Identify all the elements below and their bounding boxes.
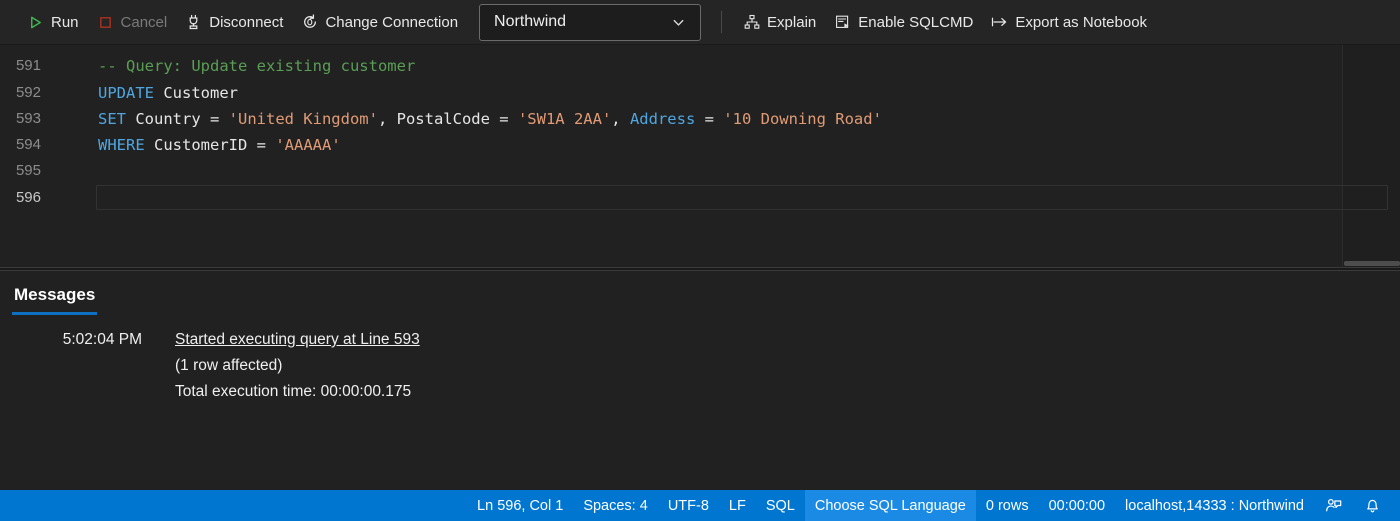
editor-line[interactable]: 592 UPDATE Customer: [0, 80, 1400, 106]
line-number: 590: [0, 45, 58, 53]
token-string: 'AAAAA': [275, 136, 341, 155]
editor-line[interactable]: 590: [0, 45, 1400, 53]
run-button[interactable]: Run: [18, 7, 88, 37]
panel-tab-bar: Messages: [0, 271, 1400, 315]
results-panel: Messages 5:02:04 PM Started executing que…: [0, 271, 1400, 490]
export-as-notebook-button[interactable]: Export as Notebook: [982, 7, 1156, 37]
database-dropdown[interactable]: Northwind: [479, 3, 702, 41]
plug-disconnect-icon: [185, 14, 202, 31]
document-play-icon: [834, 14, 851, 31]
status-bar-item[interactable]: SQL: [756, 490, 805, 521]
editor-line[interactable]: 596: [0, 185, 1400, 211]
token-plain: ,: [611, 109, 630, 128]
play-triangle-icon: [27, 14, 44, 31]
hierarchy-tree-icon: [743, 14, 760, 31]
disconnect-button[interactable]: Disconnect: [176, 7, 292, 37]
run-label: Run: [51, 13, 79, 31]
explain-button[interactable]: Explain: [734, 7, 825, 37]
arrow-export-icon: [991, 14, 1008, 31]
line-number: 591: [15, 57, 41, 75]
editor-horizontal-scrollbar[interactable]: [1344, 261, 1400, 266]
refresh-circle-icon: [301, 14, 318, 31]
line-number: 596: [15, 188, 41, 206]
line-content[interactable]: WHERE CustomerID = 'AAAAA': [58, 132, 1400, 158]
status-bar-item[interactable]: UTF-8: [658, 490, 719, 521]
token-plain: Country =: [126, 109, 229, 128]
status-bar: Ln 596, Col 1 Spaces: 4 UTF-8 LF SQL Choose S…: [0, 490, 1400, 521]
sql-editor[interactable]: 590 591 -- Query: Update existing customer…: [0, 45, 1400, 267]
token-plain: =: [695, 109, 724, 128]
token-string: 'United Kingdom': [228, 109, 378, 128]
token-comment: -- Query: Update existing customer: [98, 57, 416, 76]
person-feedback-icon[interactable]: [1314, 490, 1353, 521]
explain-label: Explain: [767, 13, 817, 31]
editor-line[interactable]: 593 SET Country = 'United Kingdom', Posta…: [0, 106, 1400, 132]
message-line: Total execution time: 00:00:00.175: [175, 383, 412, 400]
line-content[interactable]: UPDATE Customer: [58, 80, 1400, 106]
token-plain: Customer: [154, 83, 238, 102]
status-bar-item[interactable]: LF: [719, 490, 756, 521]
message-line: (1 row affected): [175, 357, 283, 374]
line-content[interactable]: -- Query: Update existing customer: [58, 53, 1400, 79]
chevron-down-icon: [670, 14, 687, 31]
status-bar-item[interactable]: Spaces: 4: [573, 490, 658, 521]
cancel-button[interactable]: Cancel: [88, 7, 177, 37]
token-keyword: Address: [629, 109, 696, 128]
query-toolbar: Run Cancel Disconnect Change Connection …: [0, 0, 1400, 45]
token-string: '10 Downing Road': [723, 109, 882, 128]
line-number: 595: [15, 162, 41, 180]
token-keyword: WHERE: [98, 136, 145, 155]
toolbar-separator: [721, 11, 723, 33]
status-bar-item[interactable]: 0 rows: [976, 490, 1039, 521]
status-bar-item[interactable]: Choose SQL Language: [804, 490, 976, 521]
export-as-notebook-label: Export as Notebook: [1015, 13, 1148, 31]
editor-code-area[interactable]: 590 591 -- Query: Update existing customer…: [0, 45, 1400, 211]
change-connection-button[interactable]: Change Connection: [292, 7, 467, 37]
status-bar-item[interactable]: Ln 596, Col 1: [467, 490, 573, 521]
status-bar-item[interactable]: 00:00:00: [1039, 490, 1115, 521]
status-bar-items: Ln 596, Col 1 Spaces: 4 UTF-8 LF SQL Choose S…: [467, 490, 1314, 521]
status-bar-item[interactable]: localhost,14333 : Northwind: [1115, 490, 1314, 521]
stop-square-icon: [97, 14, 114, 31]
enable-sqlcmd-button[interactable]: Enable SQLCMD: [825, 7, 982, 37]
message-row: 5:02:04 PM Started executing query at Lin…: [0, 327, 1400, 405]
cancel-label: Cancel: [120, 13, 168, 31]
sql-query-editor-window: Run Cancel Disconnect Change Connection …: [0, 0, 1400, 521]
line-number: 593: [15, 109, 41, 127]
editor-line[interactable]: 591 -- Query: Update existing customer: [0, 53, 1400, 79]
bell-icon[interactable]: [1353, 490, 1392, 521]
line-content[interactable]: SET Country = 'United Kingdom', PostalCo…: [58, 106, 1400, 132]
disconnect-label: Disconnect: [209, 13, 284, 31]
line-number: 594: [15, 136, 41, 154]
line-number: 592: [15, 83, 41, 101]
token-keyword: SET: [98, 109, 126, 128]
line-content[interactable]: [96, 185, 1388, 211]
token-keyword: UPDATE: [98, 83, 154, 102]
database-dropdown-value: Northwind: [494, 13, 567, 30]
editor-line[interactable]: 594 WHERE CustomerID = 'AAAAA': [0, 132, 1400, 158]
token-string: 'SW1A 2AA': [517, 109, 612, 128]
token-plain: CustomerID =: [144, 136, 276, 155]
messages-list: 5:02:04 PM Started executing query at Lin…: [0, 327, 1400, 405]
message-link[interactable]: Started executing query at Line 593: [175, 331, 420, 348]
message-timestamp: 5:02:04 PM: [62, 331, 142, 348]
editor-line[interactable]: 595: [0, 158, 1400, 184]
panel-tab-messages[interactable]: Messages: [12, 285, 98, 315]
change-connection-label: Change Connection: [325, 13, 459, 31]
message-line: Started executing query at Line 593: [175, 327, 420, 353]
message-body: Started executing query at Line 593 (1 ro…: [175, 327, 420, 405]
token-plain: , PostalCode =: [377, 109, 518, 128]
enable-sqlcmd-label: Enable SQLCMD: [858, 13, 974, 31]
